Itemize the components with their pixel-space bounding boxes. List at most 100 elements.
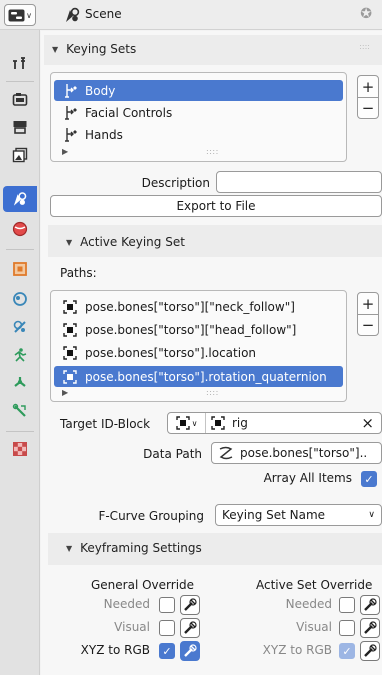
general-needed-checkbox[interactable] xyxy=(159,597,175,613)
list-item[interactable]: Body xyxy=(54,80,343,101)
chevron-down-icon: ∨ xyxy=(368,510,375,520)
tab-world[interactable] xyxy=(3,216,37,242)
general-xyz-to-rgb-checkbox[interactable]: ✓ xyxy=(159,643,175,659)
chevron-down-icon: ▼ xyxy=(66,544,73,553)
tab-data[interactable] xyxy=(3,398,37,424)
output-icon xyxy=(13,121,27,134)
add-path-button[interactable]: + xyxy=(358,293,378,314)
general-override-title: General Override xyxy=(91,578,195,592)
active-needed-label: Needed xyxy=(285,597,332,611)
list-item[interactable]: Hands xyxy=(54,124,343,145)
active-xyz-to-rgb-checkbox[interactable]: ✓ xyxy=(339,643,355,659)
list-item[interactable]: pose.bones["torso"].location xyxy=(54,342,343,363)
list-resize-grip[interactable]: :::: xyxy=(206,388,219,397)
list-item[interactable]: pose.bones["torso"].rotation_quaternion xyxy=(54,366,343,387)
general-needed-override-button[interactable] xyxy=(180,595,200,615)
active-xyz-to-rgb-override-button[interactable] xyxy=(360,641,380,661)
target-id-block-field: ∨ rig × xyxy=(167,412,382,434)
export-to-file-button[interactable]: Export to File xyxy=(50,195,382,217)
tab-view-layer[interactable] xyxy=(3,142,37,168)
object-data-icon xyxy=(62,369,78,384)
remove-keying-set-button[interactable]: − xyxy=(358,97,378,118)
tab-physics[interactable] xyxy=(3,342,37,368)
general-visual-label: Visual xyxy=(114,620,150,634)
active-keying-set-title[interactable]: ▼ Active Keying Set xyxy=(66,235,185,249)
chevron-down-icon: ▼ xyxy=(66,238,73,247)
general-xyz-to-rgb-label: XYZ to RGB xyxy=(80,643,150,657)
general-visual-checkbox[interactable] xyxy=(159,620,175,636)
tab-render[interactable] xyxy=(3,86,37,112)
tab-texture[interactable] xyxy=(3,436,37,462)
tool-icon xyxy=(13,57,25,69)
object-icon xyxy=(13,262,27,276)
list-resize-grip[interactable]: :::: xyxy=(206,147,219,156)
properties-editor-icon xyxy=(8,9,25,21)
keyingset-icon xyxy=(62,83,78,98)
editor-type-button[interactable]: ∨ xyxy=(4,4,36,26)
description-field[interactable] xyxy=(216,171,382,193)
list-filter-toggle[interactable]: ▶ xyxy=(62,388,68,397)
description-label: Description xyxy=(141,176,210,190)
list-item[interactable]: Facial Controls xyxy=(54,102,343,123)
list-item[interactable]: pose.bones["torso"]["neck_follow"] xyxy=(54,296,343,317)
panel-drag-grip[interactable]: :::: xyxy=(359,42,370,51)
active-set-override-title: Active Set Override xyxy=(256,578,373,592)
tab-modifiers[interactable] xyxy=(3,286,37,312)
keyframing-settings-title[interactable]: ▼ Keyframing Settings xyxy=(66,541,202,555)
data-path-value: pose.bones["torso"].. xyxy=(240,446,368,460)
keying-set-add-remove: + − xyxy=(357,75,379,119)
array-all-items-checkbox[interactable]: ✓ xyxy=(361,471,377,487)
decorate-override-icon xyxy=(184,621,197,634)
properties-header: ∨ Scene ✪ xyxy=(0,0,382,30)
fcurve-grouping-label: F-Curve Grouping xyxy=(98,509,204,523)
list-filter-toggle[interactable]: ▶ xyxy=(62,147,68,156)
decorate-override-icon xyxy=(364,598,377,611)
path-add-remove: + − xyxy=(357,292,379,336)
render-icon xyxy=(12,93,28,106)
decorate-override-icon xyxy=(184,644,197,657)
general-needed-label: Needed xyxy=(103,597,150,611)
world-icon xyxy=(12,221,28,237)
constraint-icon xyxy=(14,377,26,387)
object-data-icon xyxy=(62,345,78,360)
list-item[interactable]: pose.bones["torso"]["head_follow"] xyxy=(54,319,343,340)
fcurve-grouping-select[interactable]: Keying Set Name ∨ xyxy=(215,504,382,526)
target-id-block-label: Target ID-Block xyxy=(60,417,151,431)
active-needed-checkbox[interactable] xyxy=(339,597,355,613)
keying-sets-title[interactable]: ▼ Keying Sets xyxy=(52,42,136,56)
decorate-override-icon xyxy=(364,644,377,657)
tab-particles[interactable] xyxy=(3,314,37,340)
view-layer-icon xyxy=(12,147,28,163)
decorate-override-icon xyxy=(184,598,197,611)
active-needed-override-button[interactable] xyxy=(360,595,380,615)
target-id-value[interactable]: rig xyxy=(232,416,361,430)
general-visual-override-button[interactable] xyxy=(180,618,200,638)
context-title: Scene xyxy=(85,7,122,21)
object-data-icon xyxy=(211,416,225,430)
object-data-icon xyxy=(62,322,78,337)
id-type-selector[interactable]: ∨ xyxy=(168,413,206,433)
tab-scene[interactable] xyxy=(3,186,37,212)
scene-icon xyxy=(13,192,27,206)
remove-path-button[interactable]: − xyxy=(358,314,378,335)
rna-path-icon xyxy=(219,446,233,460)
object-data-icon xyxy=(62,299,78,314)
active-visual-override-button[interactable] xyxy=(360,618,380,638)
particles-icon xyxy=(13,320,26,333)
modifier-icon xyxy=(13,292,27,306)
active-visual-checkbox[interactable] xyxy=(339,620,355,636)
properties-tab-bar xyxy=(0,30,40,675)
general-xyz-to-rgb-override-button[interactable] xyxy=(180,641,200,661)
tab-object[interactable] xyxy=(3,256,37,282)
paths-label: Paths: xyxy=(60,266,97,280)
pin-icon[interactable]: ✪ xyxy=(360,6,372,22)
tab-output[interactable] xyxy=(3,114,37,140)
object-data-icon xyxy=(175,416,190,430)
clear-icon[interactable]: × xyxy=(361,414,374,432)
add-keying-set-button[interactable]: + xyxy=(358,76,378,97)
chevron-down-icon: ∨ xyxy=(26,10,32,20)
tab-tool[interactable] xyxy=(3,50,37,76)
data-path-field[interactable]: pose.bones["torso"].. xyxy=(211,442,382,464)
keying-sets-list: Body Facial Controls Hands ▶ :::: xyxy=(50,72,347,162)
tab-constraints[interactable] xyxy=(3,370,37,396)
